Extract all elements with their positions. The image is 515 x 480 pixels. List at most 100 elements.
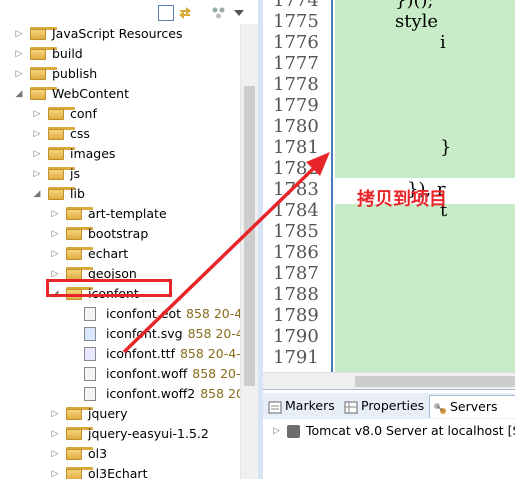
collapsed-arrow-icon[interactable]: ▷: [50, 204, 60, 224]
explorer-scrollbar[interactable]: [240, 24, 258, 479]
collapse-all-icon[interactable]: [158, 5, 174, 21]
tree-item-label: iconfont.woff: [106, 366, 188, 381]
folder-icon: [66, 207, 93, 220]
line-number: 1778: [273, 74, 319, 95]
tree-item[interactable]: iconfont.ttf 858 20-4-7: [0, 344, 249, 364]
line-number: 1782: [273, 158, 319, 179]
folder-icon: [48, 167, 75, 180]
explorer-scroll-thumb[interactable]: [244, 86, 255, 386]
view-menu-icon[interactable]: [232, 5, 246, 19]
tree-item[interactable]: ▷ js: [0, 164, 240, 184]
tree-item-label: art-template: [88, 206, 167, 221]
expanded-arrow-icon[interactable]: ◢: [14, 84, 24, 104]
tree-item-label: publish: [52, 66, 98, 81]
project-explorer: ▷ JavaScript Resources ▷ build ▷ publish ◢ WebC…: [0, 0, 259, 479]
folder-icon: [30, 67, 57, 80]
tree-item[interactable]: ◢ WebContent: [0, 84, 240, 104]
annotation-label: 拷贝到项目: [357, 189, 447, 210]
file-icon: [84, 307, 96, 321]
collapsed-arrow-icon[interactable]: ▷: [50, 464, 60, 479]
line-number: 1779: [273, 95, 319, 116]
tree-item-label: ol3: [88, 446, 108, 461]
link-editor-icon[interactable]: [178, 5, 192, 19]
collapsed-arrow-icon[interactable]: ▷: [50, 244, 60, 264]
tree-item[interactable]: ◢ lib: [0, 184, 240, 204]
tree-item-meta: 858 20-4-7: [179, 346, 249, 361]
tomcat-server-icon: [287, 425, 300, 438]
collapsed-arrow-icon[interactable]: ▷: [32, 124, 42, 144]
line-number: 1787: [273, 263, 319, 284]
line-number: 1777: [273, 53, 319, 74]
folder-icon: [48, 147, 75, 160]
server-label: Tomcat v8.0 Server at localhost [St: [306, 423, 515, 438]
tree-item[interactable]: iconfont.svg 858 20-4-: [0, 324, 248, 344]
tree-item[interactable]: ▷ ol3Echart: [0, 464, 240, 479]
collapsed-arrow-icon[interactable]: ▷: [50, 404, 60, 424]
editor-scroll-thumb[interactable]: [355, 376, 515, 387]
tree-item-label: conf: [70, 106, 97, 121]
collapsed-arrow-icon[interactable]: ▷: [50, 424, 60, 444]
tree-item-label: ol3Echart: [88, 466, 148, 479]
collapsed-arrow-icon[interactable]: ▷: [50, 224, 60, 244]
tree-item[interactable]: ▷ art-template: [0, 204, 240, 224]
javascript-resources-icon: [30, 27, 57, 40]
web-content-folder-icon: [30, 87, 57, 100]
tree-item[interactable]: ▷ echart: [0, 244, 240, 264]
collapsed-arrow-icon[interactable]: ▷: [14, 44, 24, 64]
line-number: 1785: [273, 221, 319, 242]
folder-icon: [30, 47, 57, 60]
tree-item[interactable]: iconfont.woff2 858 20-: [0, 384, 248, 404]
folder-icon: [48, 127, 75, 140]
tree-item[interactable]: ▷ JavaScript Resources: [0, 24, 240, 44]
collapsed-arrow-icon[interactable]: ▷: [32, 144, 42, 164]
tree-item[interactable]: ▷ images: [0, 144, 240, 164]
line-number: 1788: [273, 284, 319, 305]
svg-file-icon: [84, 327, 96, 341]
markers-icon: [268, 399, 282, 414]
code-line: style: [395, 11, 439, 32]
tree-item[interactable]: ▷ build: [0, 44, 240, 64]
tab-servers[interactable]: Servers: [429, 395, 515, 418]
tree-item[interactable]: iconfont.eot 858 20-4-: [0, 304, 247, 324]
tree-item-label: js: [70, 166, 80, 181]
tree-item[interactable]: ▷ css: [0, 124, 240, 144]
folder-icon: [48, 107, 75, 120]
collapsed-arrow-icon[interactable]: ▷: [14, 64, 24, 84]
tree-item-label: css: [70, 126, 90, 141]
menu-icon[interactable]: [212, 5, 226, 19]
expanded-arrow-icon[interactable]: ◢: [32, 184, 42, 204]
tree-item[interactable]: ▷ jquery-easyui-1.5.2: [0, 424, 240, 444]
tree-item-label: lib: [70, 186, 85, 201]
tree-item[interactable]: ▷ ol3: [0, 444, 240, 464]
line-number: 1783: [273, 179, 319, 200]
tab-label: Markers: [285, 398, 335, 413]
tree-item[interactable]: ▷ conf: [0, 104, 240, 124]
folder-icon: [66, 227, 93, 240]
tree-item[interactable]: ▷ bootstrap: [0, 224, 240, 244]
editor-horizontal-scrollbar[interactable]: [263, 372, 515, 390]
folder-icon: [66, 427, 93, 440]
expand-icon[interactable]: ▷: [273, 421, 280, 441]
tree-item[interactable]: ▷ jquery: [0, 404, 240, 424]
tree-item-label: jquery: [88, 406, 128, 421]
collapsed-arrow-icon[interactable]: ▷: [50, 444, 60, 464]
font-file-icon: [84, 347, 96, 361]
tab-label: Properties: [361, 398, 425, 413]
tab-label: Servers: [450, 399, 498, 414]
tab-markers[interactable]: Markers: [265, 395, 339, 417]
collapsed-arrow-icon[interactable]: ▷: [32, 104, 42, 124]
folder-icon: [66, 407, 93, 420]
tree-item-meta: 858 20-4-: [186, 306, 247, 321]
tree-item-label: bootstrap: [88, 226, 149, 241]
line-number: 1790: [273, 326, 319, 347]
collapsed-arrow-icon[interactable]: ▷: [32, 164, 42, 184]
collapsed-arrow-icon[interactable]: ▷: [14, 24, 24, 44]
tree-item-label: iconfont.woff2: [106, 386, 196, 401]
tab-properties[interactable]: Properties: [341, 395, 431, 417]
tree-item[interactable]: iconfont.woff 858 20-4: [0, 364, 248, 384]
servers-icon: [433, 400, 447, 414]
tree-item[interactable]: ▷ publish: [0, 64, 240, 84]
line-number: 1784: [273, 200, 319, 221]
tree-item-label: build: [52, 46, 83, 61]
tree-item-label: iconfont.svg: [106, 326, 183, 341]
